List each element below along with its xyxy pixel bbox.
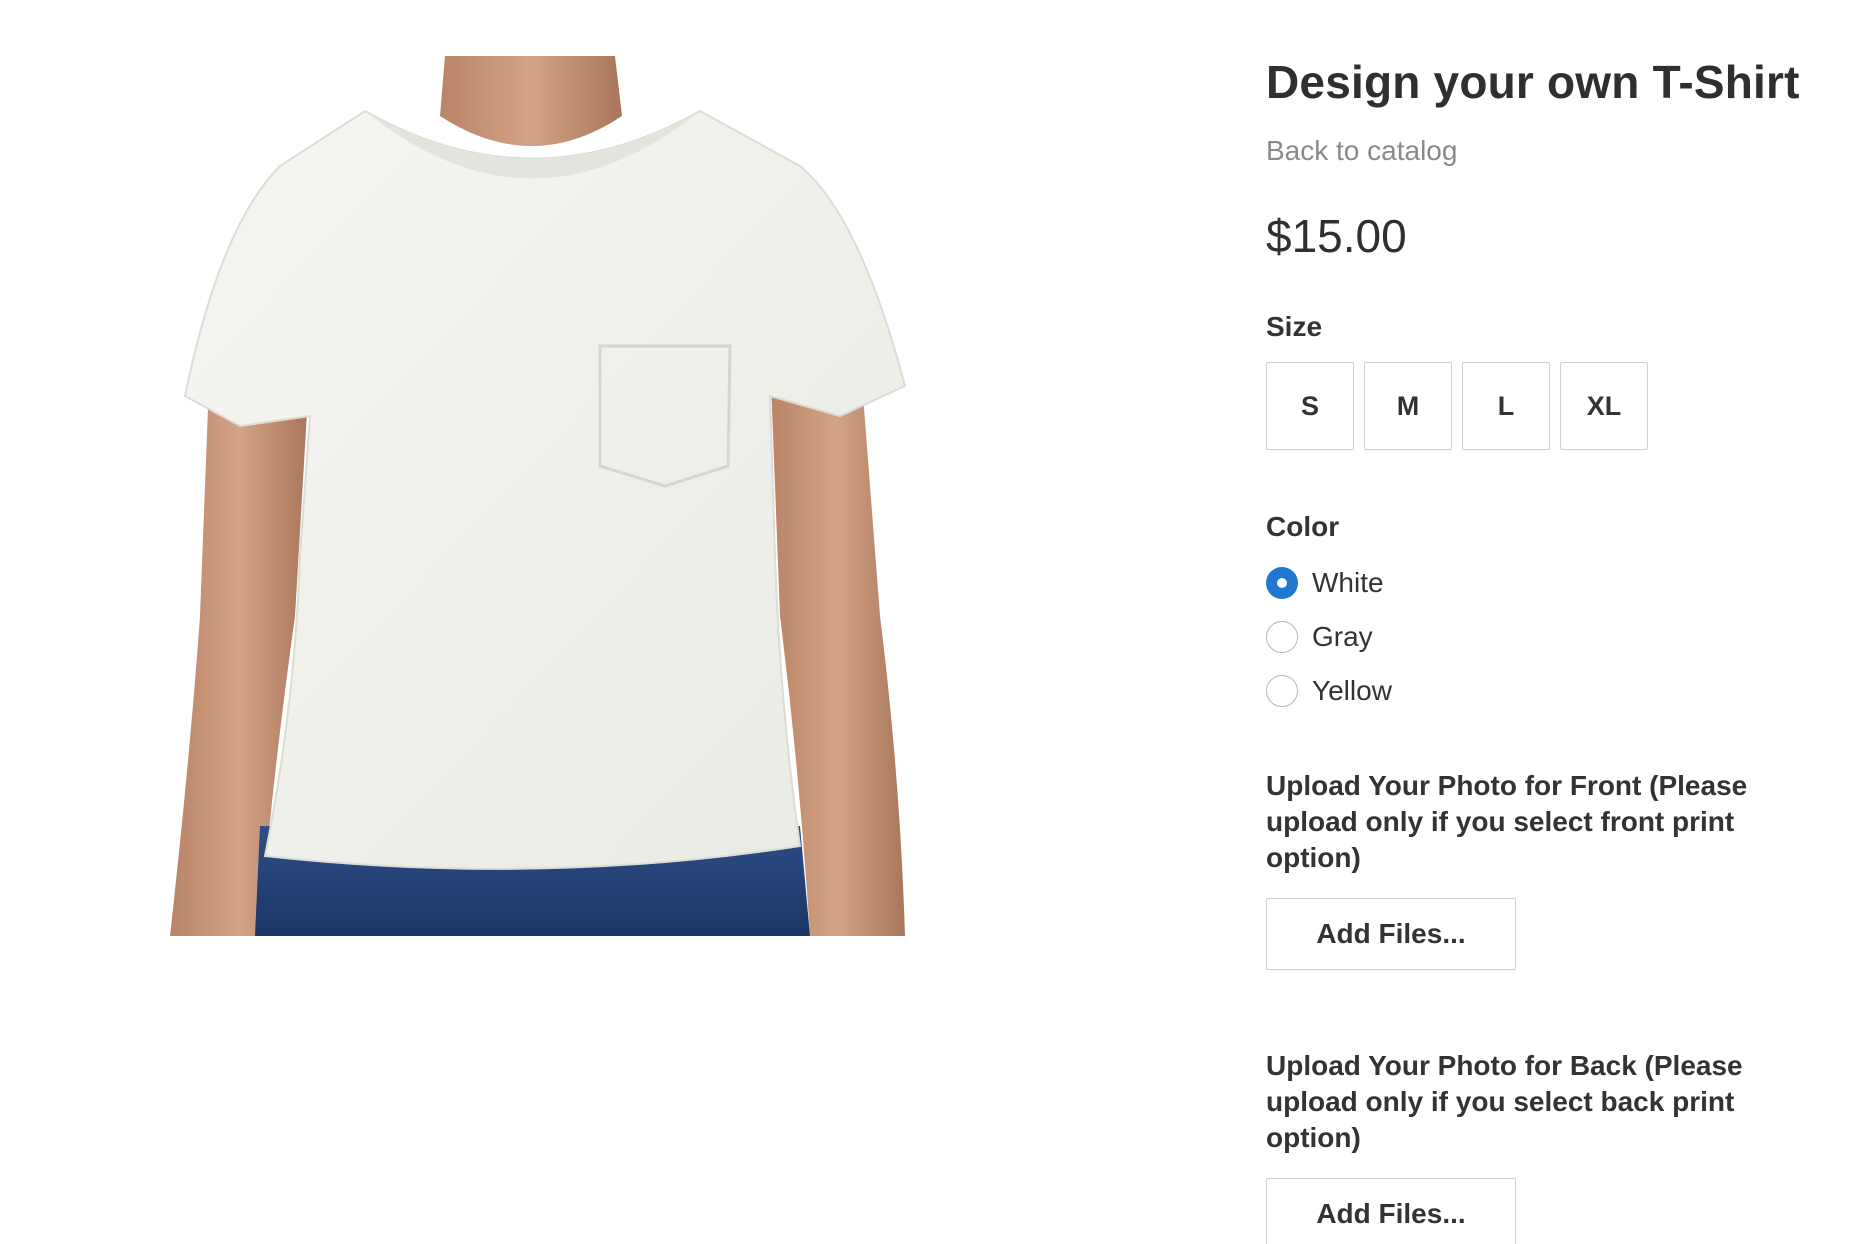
back-to-catalog-link[interactable]: Back to catalog (1266, 134, 1457, 168)
color-option-label: Yellow (1312, 675, 1392, 706)
color-option-label: Gray (1312, 621, 1373, 652)
product-details: Design your own T-Shirt Back to catalog … (1266, 52, 1826, 1244)
size-label: Size (1266, 311, 1323, 342)
color-option-label: White (1312, 567, 1384, 598)
size-button-l[interactable]: L (1462, 362, 1550, 450)
size-button-s[interactable]: S (1266, 362, 1354, 450)
upload-back-label: Upload Your Photo for Back (Please uploa… (1266, 1050, 1743, 1153)
add-files-front-button[interactable]: Add Files... (1266, 898, 1516, 970)
add-files-back-button[interactable]: Add Files... (1266, 1178, 1516, 1244)
radio-unselected-icon[interactable] (1266, 621, 1298, 653)
color-label: Color (1266, 511, 1340, 542)
t-shirt-photo-icon (170, 56, 907, 936)
product-price: $15.00 (1266, 210, 1407, 262)
color-option-yellow[interactable]: Yellow (1266, 664, 1826, 718)
upload-front-label: Upload Your Photo for Front (Please uplo… (1266, 770, 1748, 873)
color-option-gray[interactable]: Gray (1266, 610, 1826, 664)
size-options: S M L XL (1266, 362, 1826, 450)
product-title: Design your own T-Shirt (1266, 56, 1800, 108)
radio-selected-icon[interactable] (1266, 567, 1298, 599)
radio-unselected-icon[interactable] (1266, 675, 1298, 707)
product-image (160, 56, 920, 936)
color-options: White Gray Yellow (1266, 556, 1826, 718)
color-option-white[interactable]: White (1266, 556, 1826, 610)
size-button-m[interactable]: M (1364, 362, 1452, 450)
size-button-xl[interactable]: XL (1560, 362, 1648, 450)
